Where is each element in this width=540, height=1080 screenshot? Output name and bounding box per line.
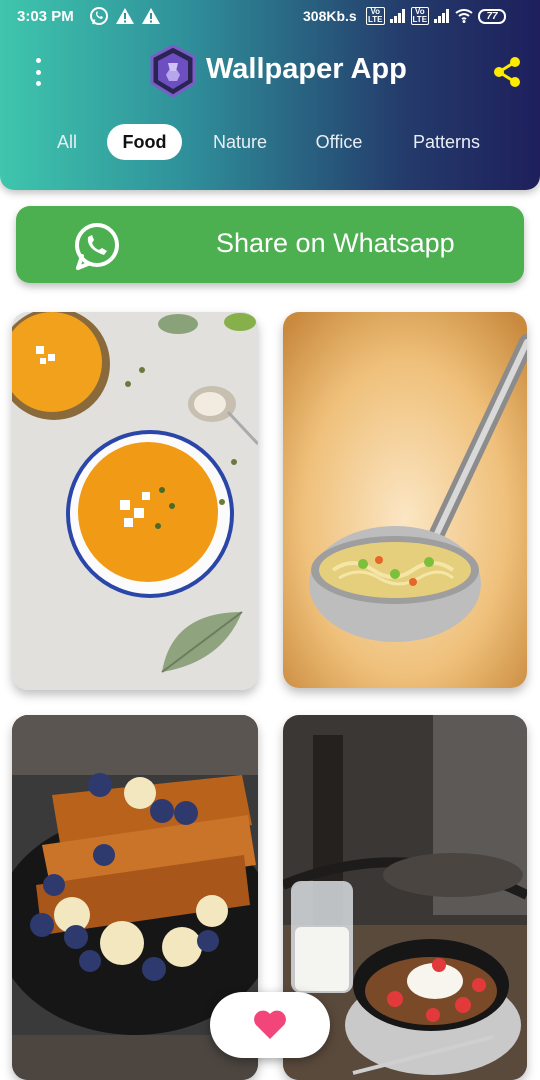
wifi-icon [455, 9, 473, 23]
wallpaper-card-noodle-soup[interactable] [283, 312, 527, 688]
app-logo [150, 45, 196, 97]
noodle-soup-image [283, 312, 527, 688]
share-icon[interactable] [492, 56, 522, 88]
signal-icon [389, 9, 406, 23]
tab-patterns[interactable]: Patterns [400, 124, 493, 160]
warning-icon [116, 8, 134, 24]
status-bar: 3:03 PM 308Kb.s Vo LTE Vo LTE 77 [0, 0, 540, 34]
status-system-icons: Vo LTE Vo LTE 77 [366, 7, 507, 25]
signal-icon [434, 9, 450, 23]
volte-icon: Vo LTE [366, 7, 385, 25]
heart-icon [254, 1010, 286, 1039]
battery-icon: 77 [478, 8, 507, 24]
tab-office[interactable]: Office [303, 124, 375, 160]
share-on-whatsapp-label: Share on Whatsapp [216, 228, 455, 258]
pumpkin-soup-image [12, 312, 258, 690]
status-notification-icons [89, 6, 161, 26]
tab-all[interactable]: All [44, 124, 90, 160]
more-vert-icon[interactable] [28, 58, 48, 86]
tab-food[interactable]: Food [107, 124, 182, 160]
favorite-button[interactable] [210, 992, 330, 1058]
whatsapp-notification-icon [90, 7, 108, 25]
warning-icon [142, 8, 160, 24]
category-tabs: All Food Nature Office Patterns [0, 124, 540, 160]
app-header: 3:03 PM 308Kb.s Vo LTE Vo LTE 77 Wallpap… [0, 0, 540, 190]
tab-nature[interactable]: Nature [202, 124, 278, 160]
share-on-whatsapp-button[interactable]: Share on Whatsapp [16, 206, 524, 283]
volte-icon: Vo LTE [410, 7, 430, 25]
status-time: 3:03 PM [17, 8, 74, 25]
network-speed: 308Kb.s [303, 8, 357, 24]
wallpaper-card-pumpkin-soup[interactable] [12, 312, 258, 690]
whatsapp-icon [75, 223, 119, 270]
app-title: Wallpaper App [206, 53, 407, 85]
